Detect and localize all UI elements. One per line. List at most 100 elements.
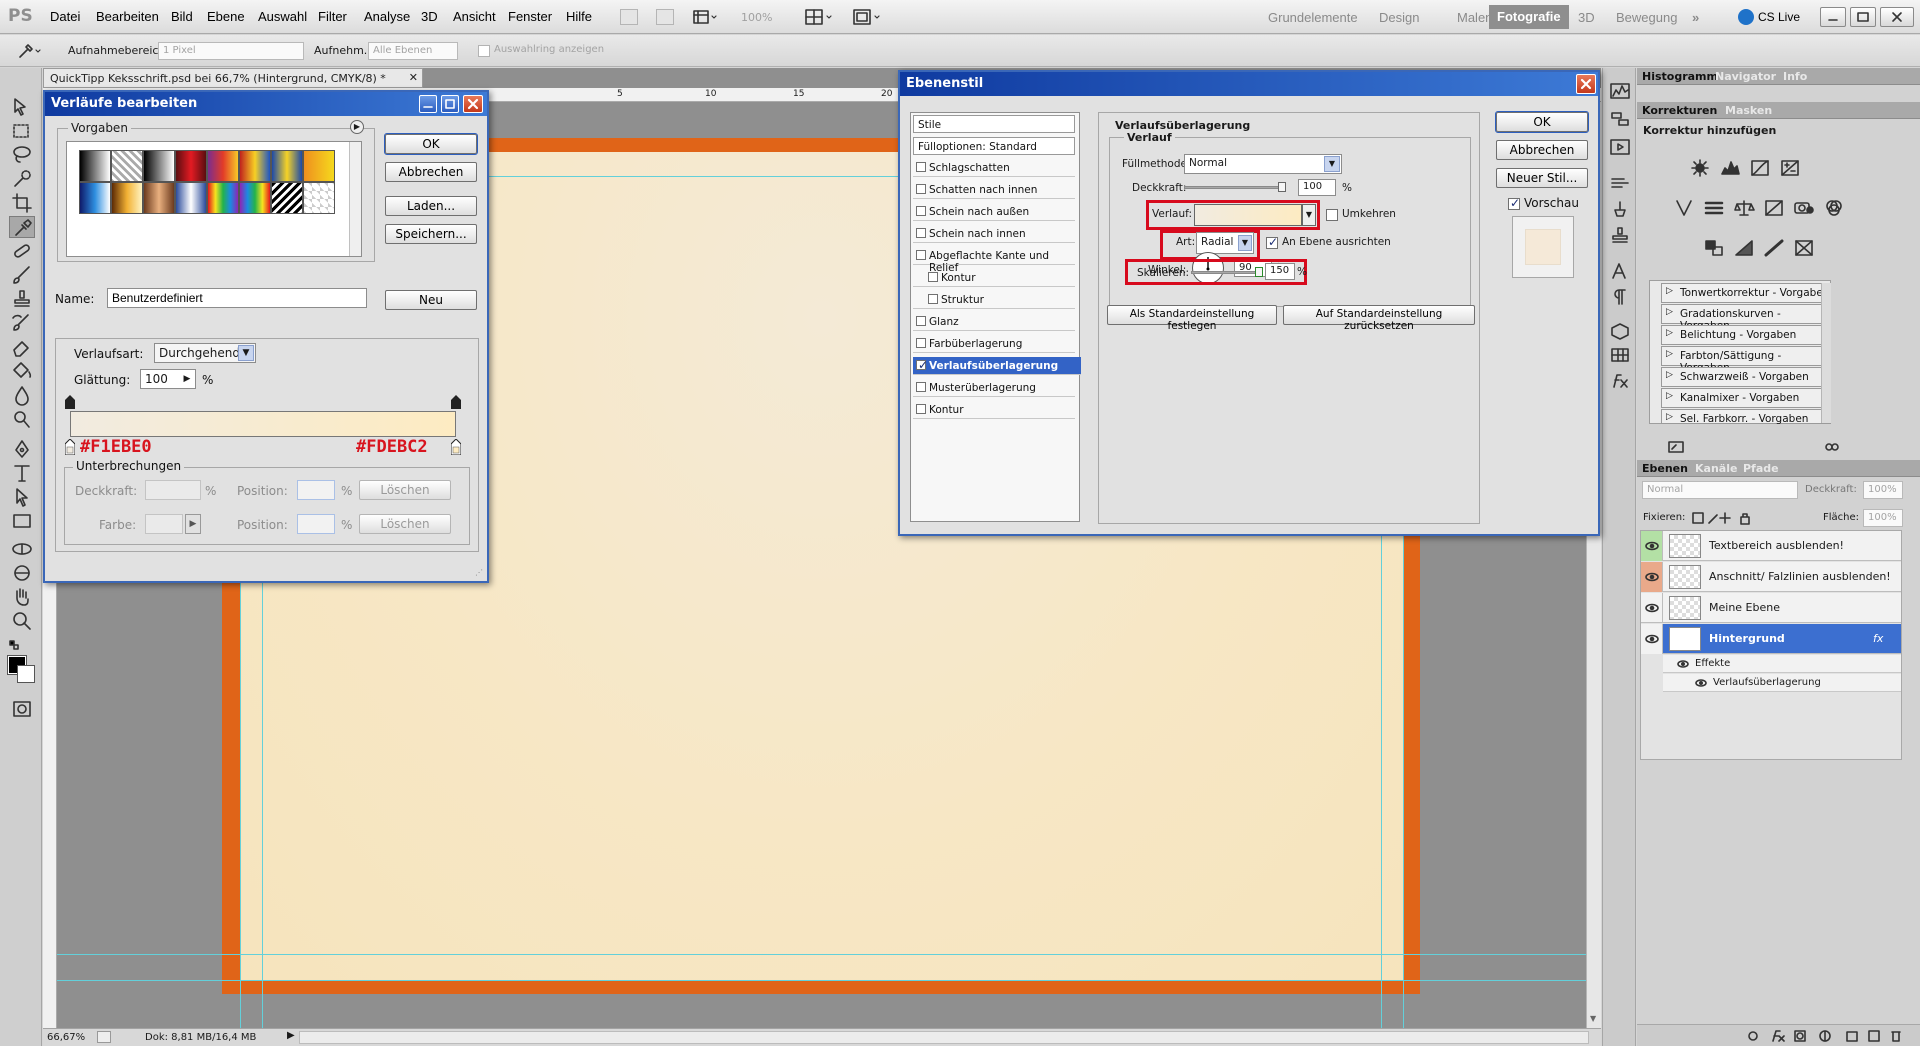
paragraph-panel-icon[interactable] [1609, 288, 1631, 306]
checkbox[interactable] [916, 382, 926, 392]
tab-navigator[interactable]: Navigator [1715, 70, 1776, 83]
smoothness-arrow-icon[interactable]: ▶ [180, 371, 194, 387]
black-white-icon[interactable] [1763, 198, 1785, 218]
tab-ebenen[interactable]: Ebenen [1642, 462, 1688, 475]
history-brush-tool-icon[interactable] [9, 312, 35, 334]
cs-live-icon[interactable] [1738, 9, 1754, 25]
dodge-tool-icon[interactable] [9, 408, 35, 430]
show-ring-checkbox[interactable] [478, 45, 490, 57]
link-clip-icon[interactable] [1823, 440, 1841, 454]
view-extras-icon[interactable] [692, 8, 718, 26]
checkbox[interactable] [916, 358, 928, 372]
layer-row[interactable]: Textbereich ausblenden! [1641, 531, 1901, 561]
stop-color-position-input[interactable] [297, 514, 335, 534]
more-workspaces-icon[interactable]: » [1692, 10, 1699, 25]
tab-masken[interactable]: Masken [1725, 104, 1772, 117]
opacity-stop-right[interactable] [451, 395, 461, 409]
lock-icons[interactable] [1691, 511, 1761, 525]
styles-fx-panel-icon[interactable] [1609, 372, 1631, 390]
menu-auswahl[interactable]: Auswahl [258, 9, 307, 24]
visibility-eye-icon[interactable] [1641, 624, 1663, 654]
checkbox[interactable] [916, 162, 926, 172]
chevron-down-icon[interactable]: ▼ [1324, 156, 1340, 172]
checkbox[interactable] [928, 272, 938, 282]
rectangle-tool-icon[interactable] [9, 510, 35, 532]
background-color-swatch[interactable] [17, 665, 35, 683]
move-tool-icon[interactable] [9, 96, 35, 118]
new-button[interactable]: Neu [385, 290, 477, 310]
gradient-swatch[interactable] [111, 150, 143, 182]
checkbox[interactable] [916, 250, 926, 260]
quick-mask-icon[interactable] [9, 698, 35, 720]
fill-value[interactable]: 100% [1863, 509, 1903, 527]
style-drop-shadow[interactable]: Schlagschatten [913, 159, 1075, 177]
minimize-window-button[interactable] [1820, 7, 1846, 27]
status-menu-arrow-icon[interactable]: ▶ [287, 1030, 295, 1041]
tab-histogram[interactable]: Histogramm [1642, 70, 1718, 83]
blend-mode-select[interactable]: Normal [1642, 481, 1798, 499]
eyedropper-preset-icon[interactable] [16, 41, 44, 61]
cs-live-menu[interactable]: CS Live [1758, 10, 1800, 24]
gradient-swatch[interactable] [303, 150, 335, 182]
style-stroke[interactable]: Kontur [913, 401, 1075, 419]
posterize-icon[interactable] [1733, 238, 1755, 258]
cancel-button[interactable]: Abbrechen [1496, 140, 1588, 160]
opacity-input[interactable]: 100 [1298, 179, 1336, 196]
layer-opacity-value[interactable]: 100% [1863, 481, 1903, 499]
channel-mixer-icon[interactable] [1823, 198, 1845, 218]
exposure-icon[interactable] [1779, 158, 1801, 178]
maximize-icon[interactable] [441, 95, 459, 113]
menu-hilfe[interactable]: Hilfe [566, 9, 592, 24]
gradient-swatch[interactable] [271, 150, 303, 182]
preset-schwarzweiss[interactable]: Schwarzweiß - Vorgaben [1661, 367, 1831, 387]
effect-eye-icon[interactable] [1695, 677, 1707, 689]
arrange-documents-icon[interactable] [804, 8, 834, 26]
checkbox[interactable] [916, 184, 926, 194]
quick-selection-tool-icon[interactable] [9, 168, 35, 190]
chevron-down-icon[interactable]: ▼ [1238, 235, 1252, 251]
layer-row[interactable]: Hintergrund fx [1641, 624, 1901, 654]
effects-row[interactable]: Effekte [1663, 655, 1901, 673]
menu-3d[interactable]: 3D [421, 9, 438, 24]
return-to-list-icon[interactable] [1667, 440, 1685, 454]
checkbox[interactable] [928, 294, 938, 304]
menu-bearbeiten[interactable]: Bearbeiten [96, 9, 159, 24]
brush-tool-icon[interactable] [9, 264, 35, 286]
style-texture[interactable]: Struktur [913, 291, 1075, 309]
stop-opacity-input[interactable] [145, 480, 201, 500]
clone-source-panel-icon[interactable] [1609, 226, 1631, 244]
presets-scrollbar[interactable] [1821, 283, 1831, 423]
3d-rotate-tool-icon[interactable] [9, 538, 35, 560]
tab-pfade[interactable]: Pfade [1743, 462, 1779, 475]
blending-options[interactable]: Fülloptionen: Standard [913, 137, 1075, 155]
style-color-overlay[interactable]: Farbüberlagerung [913, 335, 1075, 353]
hue-saturation-icon[interactable] [1703, 198, 1725, 218]
preset-farbton-saettigung[interactable]: Farbton/Sättigung - Vorgaben [1661, 346, 1831, 374]
swatches-panel-icon[interactable] [1609, 346, 1631, 364]
workspace-bewegung[interactable]: Bewegung [1616, 10, 1677, 25]
document-tab[interactable]: QuickTipp Keksschrift.psd bei 66,7% (Hin… [43, 68, 423, 88]
eyedropper-tool-icon[interactable] [9, 216, 35, 238]
visibility-eye-icon[interactable] [1641, 593, 1663, 623]
tab-kanaele[interactable]: Kanäle [1695, 462, 1737, 475]
gradient-preview-bar[interactable] [70, 411, 456, 437]
close-window-button[interactable] [1880, 7, 1914, 27]
gradient-swatch[interactable] [175, 182, 207, 214]
style-inner-glow[interactable]: Schein nach innen [913, 225, 1075, 243]
stop-color-swatch[interactable] [145, 514, 183, 534]
layer-row[interactable]: Anschnitt/ Falzlinien ausblenden! [1641, 562, 1901, 592]
gradient-swatch[interactable] [207, 150, 239, 182]
style-satin[interactable]: Glanz [913, 313, 1075, 331]
save-button[interactable]: Speichern... [385, 224, 477, 244]
color-balance-icon[interactable] [1733, 198, 1755, 218]
style-outer-glow[interactable]: Schein nach außen [913, 203, 1075, 221]
menu-datei[interactable]: Datei [50, 9, 80, 24]
stop-opacity-position-input[interactable] [297, 480, 335, 500]
sample-layers-select[interactable]: Alle Ebenen [368, 42, 458, 60]
blur-tool-icon[interactable] [9, 384, 35, 406]
preset-belichtung[interactable]: Belichtung - Vorgaben [1661, 325, 1831, 345]
style-list-header[interactable]: Stile [913, 115, 1075, 133]
scale-input[interactable]: 150 [1265, 263, 1295, 280]
workspace-fotografie[interactable]: Fotografie [1489, 5, 1569, 29]
layer-actions-icons[interactable] [1747, 1029, 1907, 1043]
